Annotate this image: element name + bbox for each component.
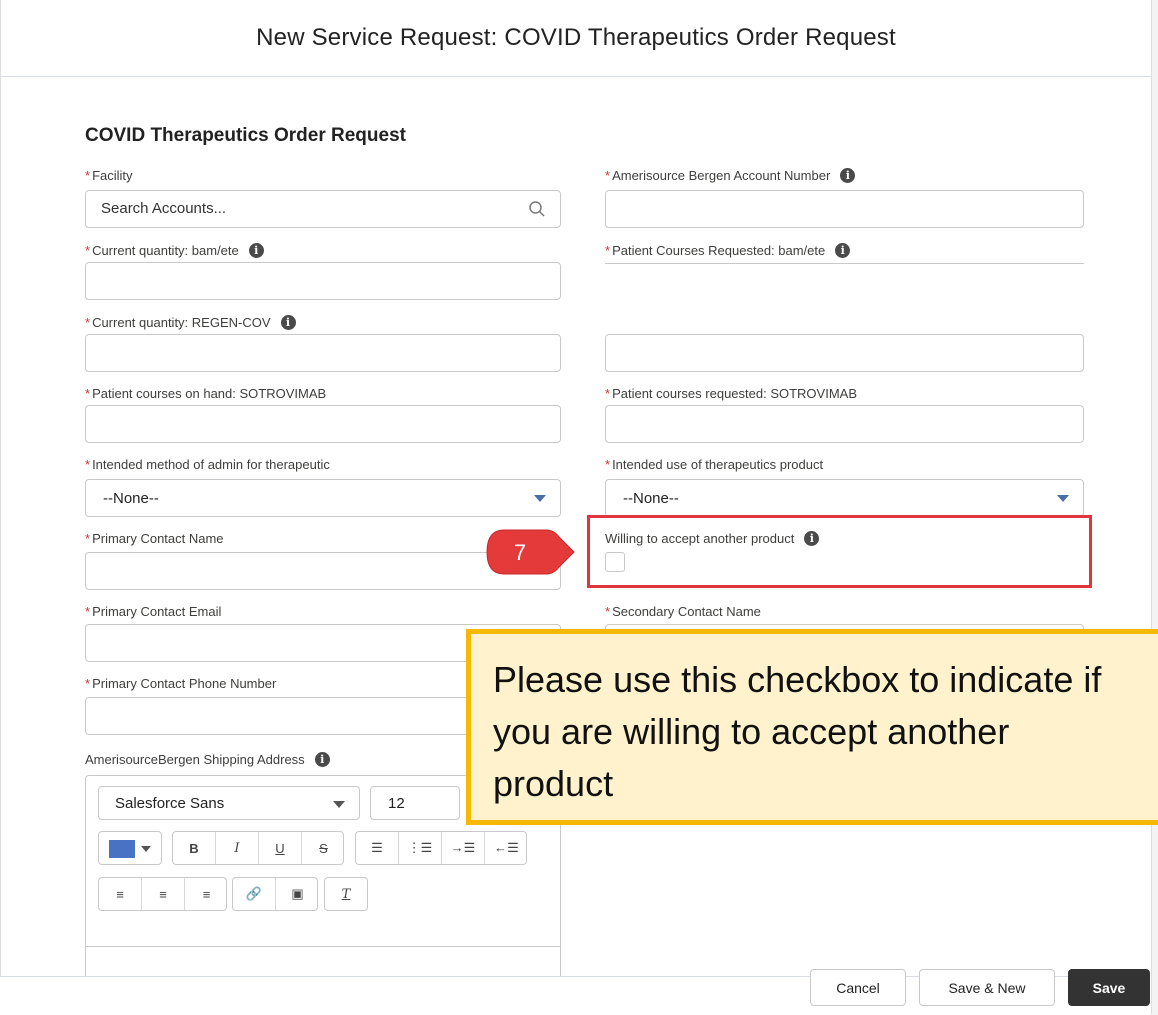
- clear-formatting-icon[interactable]: T: [325, 878, 367, 910]
- info-icon[interactable]: i: [248, 243, 264, 258]
- patient-courses-requested-sotrovimab-label: * Patient courses requested: SOTROVIMAB: [605, 386, 857, 401]
- search-icon: [529, 201, 545, 217]
- step-number: 7: [514, 540, 526, 565]
- caret-down-icon: [1057, 495, 1069, 502]
- intended-method-admin-select[interactable]: --None--: [85, 479, 561, 517]
- clear-format-group: T: [324, 877, 368, 911]
- selected-value: --None--: [623, 490, 679, 507]
- caret-down-icon: [141, 846, 151, 852]
- current-qty-regencov-input[interactable]: [85, 334, 561, 372]
- caret-down-icon: [534, 495, 546, 502]
- selected-value: --None--: [103, 490, 159, 507]
- indent-icon[interactable]: →☰: [442, 832, 485, 864]
- facility-label: * Facility: [85, 168, 133, 183]
- section-title: COVID Therapeutics Order Request: [85, 125, 406, 146]
- callout-text: Please use this checkbox to indicate if …: [493, 659, 1102, 804]
- patient-courses-on-hand-sotrovimab-label: * Patient courses on hand: SOTROVIMAB: [85, 386, 327, 401]
- text-color-button[interactable]: [98, 831, 162, 865]
- facility-placeholder: Search Accounts...: [101, 200, 227, 217]
- align-center-icon[interactable]: ≡: [142, 878, 185, 910]
- patient-courses-requested-regencov-input[interactable]: [605, 334, 1084, 372]
- font-family-value: Salesforce Sans: [115, 795, 225, 812]
- primary-contact-phone-label: * Primary Contact Phone Number: [85, 676, 277, 691]
- image-icon[interactable]: ▣: [276, 878, 319, 910]
- underline-icon[interactable]: U: [259, 832, 302, 864]
- shipping-address-label: AmerisourceBergen Shipping Address i: [85, 752, 330, 767]
- alignment-group: ≡ ≡ ≡: [98, 877, 227, 911]
- list-group: ☰ ⋮☰ →☰ ←☰: [355, 831, 527, 865]
- info-icon[interactable]: i: [840, 168, 856, 183]
- align-right-icon[interactable]: ≡: [185, 878, 228, 910]
- font-size-select[interactable]: 12: [370, 786, 460, 820]
- intended-method-admin-label: * Intended method of admin for therapeut…: [85, 457, 330, 472]
- info-icon[interactable]: i: [280, 315, 296, 330]
- patient-courses-requested-sotrovimab-input[interactable]: [605, 405, 1084, 443]
- facility-search-input[interactable]: Search Accounts...: [85, 190, 561, 228]
- text-style-group: B I U S: [172, 831, 344, 865]
- intended-use-label: * Intended use of therapeutics product: [605, 457, 824, 472]
- align-left-icon[interactable]: ≡: [99, 878, 142, 910]
- ab-account-number-input[interactable]: [605, 190, 1084, 228]
- step-badge: 7: [486, 529, 575, 575]
- color-swatch-icon: [109, 840, 135, 858]
- secondary-contact-name-label: * Secondary Contact Name: [605, 604, 761, 619]
- patient-courses-on-hand-sotrovimab-input[interactable]: [85, 405, 561, 443]
- primary-contact-email-label: * Primary Contact Email: [85, 604, 222, 619]
- bullet-list-icon[interactable]: ☰: [356, 832, 399, 864]
- intended-use-select[interactable]: --None--: [605, 479, 1084, 517]
- patient-courses-requested-bamete-input[interactable]: [605, 263, 1084, 264]
- current-qty-regencov-label: * Current quantity: REGEN-COV i: [85, 315, 296, 330]
- callout-box: Please use this checkbox to indicate if …: [466, 629, 1158, 825]
- link-icon[interactable]: 🔗: [233, 878, 276, 910]
- required-marker: *: [85, 168, 91, 183]
- save-and-new-button[interactable]: Save & New: [919, 969, 1055, 1006]
- service-request-modal: New Service Request: COVID Therapeutics …: [0, 0, 1152, 1014]
- insert-group: 🔗 ▣: [232, 877, 318, 911]
- ab-account-number-label: * Amerisource Bergen Account Number i: [605, 168, 856, 183]
- font-family-select[interactable]: Salesforce Sans: [98, 786, 360, 820]
- italic-icon[interactable]: I: [216, 832, 259, 864]
- outdent-icon[interactable]: ←☰: [485, 832, 528, 864]
- bold-icon[interactable]: B: [173, 832, 216, 864]
- info-icon[interactable]: i: [835, 243, 851, 258]
- modal-title: New Service Request: COVID Therapeutics …: [256, 24, 896, 51]
- numbered-list-icon[interactable]: ⋮☰: [399, 832, 442, 864]
- primary-contact-name-label: * Primary Contact Name: [85, 531, 224, 546]
- save-button[interactable]: Save: [1068, 969, 1150, 1006]
- patient-courses-requested-bamete-label: * Patient Courses Requested: bam/ete i: [605, 243, 851, 258]
- cancel-button[interactable]: Cancel: [810, 969, 906, 1006]
- current-qty-bamete-input[interactable]: [85, 262, 561, 300]
- highlight-box: [587, 515, 1092, 588]
- strikethrough-icon[interactable]: S: [302, 832, 345, 864]
- editor-divider: [86, 946, 560, 947]
- info-icon[interactable]: i: [314, 752, 330, 767]
- current-qty-bamete-label: * Current quantity: bam/ete i: [85, 243, 264, 258]
- font-size-value: 12: [388, 795, 405, 812]
- modal-header: New Service Request: COVID Therapeutics …: [1, 0, 1151, 77]
- caret-down-icon: [333, 801, 345, 808]
